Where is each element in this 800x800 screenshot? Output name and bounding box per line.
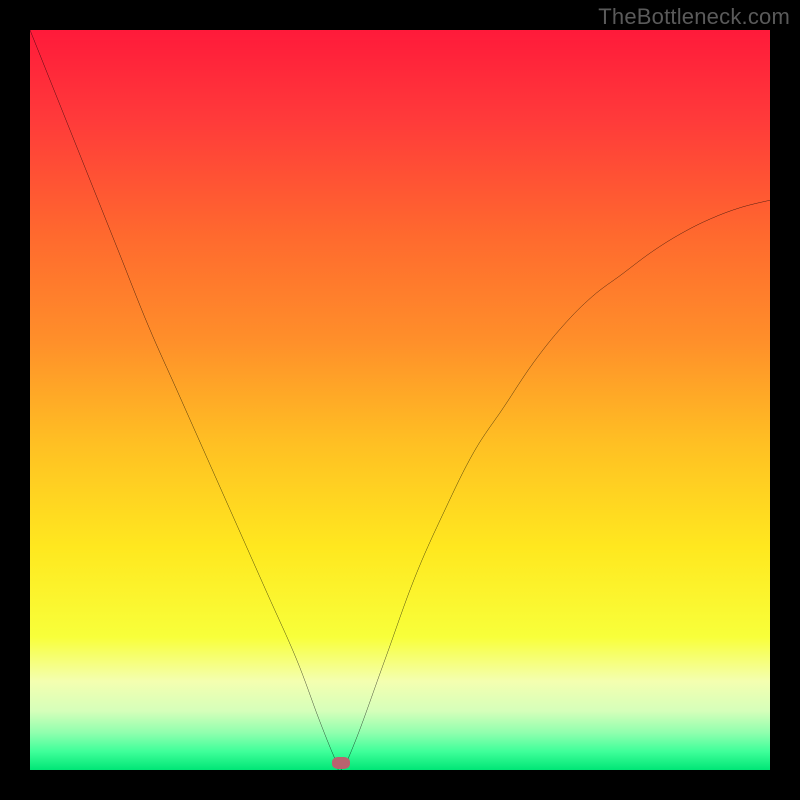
plot-area [30, 30, 770, 770]
optimum-marker [332, 757, 350, 769]
chart-frame: TheBottleneck.com [0, 0, 800, 800]
watermark-text: TheBottleneck.com [598, 4, 790, 30]
bottleneck-curve [30, 30, 770, 770]
